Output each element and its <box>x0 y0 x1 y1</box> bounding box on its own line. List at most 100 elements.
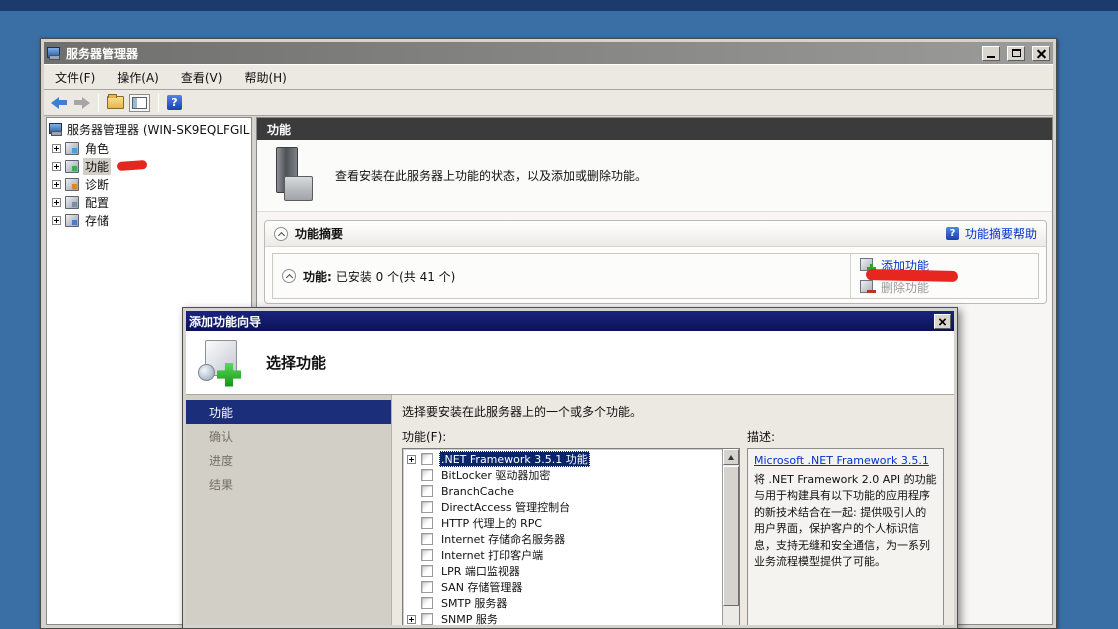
feature-checkbox[interactable] <box>421 469 433 481</box>
feature-row[interactable]: SAN 存储管理器 <box>403 579 722 595</box>
tree-item-icon <box>65 160 79 173</box>
feature-checkbox[interactable] <box>421 533 433 545</box>
feature-checkbox[interactable] <box>421 549 433 561</box>
tree-item-icon <box>65 142 79 155</box>
feature-row[interactable]: SMTP 服务器 <box>403 595 722 611</box>
tree-item-label[interactable]: 存储 <box>83 212 111 229</box>
tree-item-label[interactable]: 诊断 <box>83 176 111 193</box>
help-icon[interactable] <box>167 95 182 110</box>
feature-label[interactable]: SMTP 服务器 <box>439 595 509 611</box>
feature-checkbox[interactable] <box>421 485 433 497</box>
collapse-chevron-icon[interactable] <box>274 227 288 241</box>
tree-item[interactable]: 诊断 <box>47 175 251 193</box>
menu-item[interactable]: 帮助(H) <box>233 65 297 90</box>
tree-root[interactable]: 服务器管理器 (WIN-SK9EQLFGIL <box>47 120 251 139</box>
feature-row[interactable]: SNMP 服务 <box>403 611 722 625</box>
feature-list: .NET Framework 3.5.1 功能 BitLocker 驱动器加密 <box>402 448 740 625</box>
feature-row[interactable]: HTTP 代理上的 RPC <box>403 515 722 531</box>
feature-label[interactable]: LPR 端口监视器 <box>439 563 522 579</box>
dialog-titlebar[interactable]: 添加功能向导 <box>186 311 954 331</box>
features-summary-help-link[interactable]: 功能摘要帮助 <box>965 225 1037 242</box>
feature-label[interactable]: SAN 存储管理器 <box>439 579 524 595</box>
feature-row[interactable]: DirectAccess 管理控制台 <box>403 499 722 515</box>
tree-item[interactable]: 配置 <box>47 193 251 211</box>
wizard-header: 选择功能 <box>186 331 954 395</box>
green-plus-icon <box>217 363 241 387</box>
wizard-instruction: 选择要安装在此服务器上的一个或多个功能。 <box>402 403 944 420</box>
console-panes-icon <box>132 97 147 109</box>
framework-description-link[interactable]: Microsoft .NET Framework 3.5.1 <box>754 453 929 470</box>
feature-checkbox[interactable] <box>421 597 433 609</box>
minimize-button[interactable] <box>982 46 1000 61</box>
feature-row[interactable]: BitLocker 驱动器加密 <box>403 467 722 483</box>
dialog-close-button[interactable] <box>934 314 951 329</box>
close-button[interactable] <box>1032 46 1050 61</box>
wizard-step[interactable]: 进度 <box>186 448 391 472</box>
feature-row[interactable]: Internet 存储命名服务器 <box>403 531 722 547</box>
scrollbar-thumb[interactable] <box>723 466 739 606</box>
tree-item[interactable]: 角色 <box>47 139 251 157</box>
back-icon[interactable] <box>51 97 68 109</box>
minimize-icon <box>987 56 995 58</box>
feature-checkbox[interactable] <box>421 517 433 529</box>
menu-bar: 文件(F) 操作(A) 查看(V) 帮助(H) <box>44 64 1053 90</box>
window-titlebar[interactable]: 服务器管理器 <box>44 42 1053 64</box>
wizard-steps: 功能 确认 进度 结果 <box>186 395 392 625</box>
feature-row[interactable]: .NET Framework 3.5.1 功能 <box>403 451 722 467</box>
show-console-tree-icon[interactable] <box>107 96 124 109</box>
expand-icon[interactable] <box>52 180 61 189</box>
feature-label[interactable]: BitLocker 驱动器加密 <box>439 467 552 483</box>
feature-checkbox[interactable] <box>421 581 433 593</box>
wizard-step-label: 进度 <box>209 452 233 469</box>
forward-icon[interactable] <box>73 97 90 109</box>
expand-icon[interactable] <box>407 615 416 624</box>
feature-label[interactable]: Internet 打印客户端 <box>439 547 545 563</box>
framework-description-text: 将 .NET Framework 2.0 API 的功能与用于构建具有以下功能的… <box>754 472 937 571</box>
expand-icon[interactable] <box>52 198 61 207</box>
pane-header: 功能 <box>257 118 1052 140</box>
feature-label[interactable]: HTTP 代理上的 RPC <box>439 515 544 531</box>
feature-label[interactable]: DirectAccess 管理控制台 <box>439 499 572 515</box>
wizard-step[interactable]: 确认 <box>186 424 391 448</box>
feature-checkbox[interactable] <box>421 501 433 513</box>
expand-icon[interactable] <box>52 144 61 153</box>
maximize-button[interactable] <box>1007 46 1025 61</box>
tree-item-label[interactable]: 功能 <box>83 158 111 175</box>
feature-row[interactable]: Internet 打印客户端 <box>403 547 722 563</box>
tree-root-label: 服务器管理器 (WIN-SK9EQLFGIL <box>67 121 249 138</box>
collapse-chevron-icon[interactable] <box>282 269 296 283</box>
feature-label[interactable]: BranchCache <box>439 485 516 498</box>
expand-icon[interactable] <box>407 455 416 464</box>
scroll-up-icon[interactable] <box>723 449 739 465</box>
feature-label[interactable]: SNMP 服务 <box>439 611 500 625</box>
feature-checkbox[interactable] <box>421 453 433 465</box>
close-icon <box>939 317 946 324</box>
menu-item[interactable]: 查看(V) <box>170 65 234 90</box>
feature-checkbox[interactable] <box>421 565 433 577</box>
close-icon <box>1037 49 1046 58</box>
features-summary-header: 功能摘要 功能摘要帮助 <box>265 221 1046 247</box>
expand-icon[interactable] <box>52 216 61 225</box>
computer-icon <box>49 123 63 136</box>
wizard-step[interactable]: 结果 <box>186 472 391 496</box>
wizard-step-label: 确认 <box>209 428 233 445</box>
feature-row[interactable]: LPR 端口监视器 <box>403 563 722 579</box>
feature-checkbox[interactable] <box>421 613 433 625</box>
tree-item-label[interactable]: 角色 <box>83 140 111 157</box>
menu-item[interactable]: 文件(F) <box>44 65 106 90</box>
menu-item[interactable]: 操作(A) <box>106 65 170 90</box>
scrollbar[interactable] <box>722 449 739 625</box>
feature-label[interactable]: Internet 存储命名服务器 <box>439 531 567 547</box>
tree-item-icon <box>65 178 79 191</box>
expand-icon[interactable] <box>52 162 61 171</box>
feature-list-label: 功能(F): <box>402 428 740 444</box>
features-count-label: 功能: <box>303 268 332 285</box>
tree-item-label[interactable]: 配置 <box>83 194 111 211</box>
tree-item[interactable]: 功能 <box>47 157 251 175</box>
feature-label[interactable]: .NET Framework 3.5.1 功能 <box>439 451 590 467</box>
console-panes-button[interactable] <box>129 94 150 112</box>
tree-item[interactable]: 存储 <box>47 211 251 229</box>
feature-row[interactable]: BranchCache <box>403 483 722 499</box>
wizard-step[interactable]: 功能 <box>186 400 391 424</box>
wizard-step-label: 结果 <box>209 476 233 493</box>
